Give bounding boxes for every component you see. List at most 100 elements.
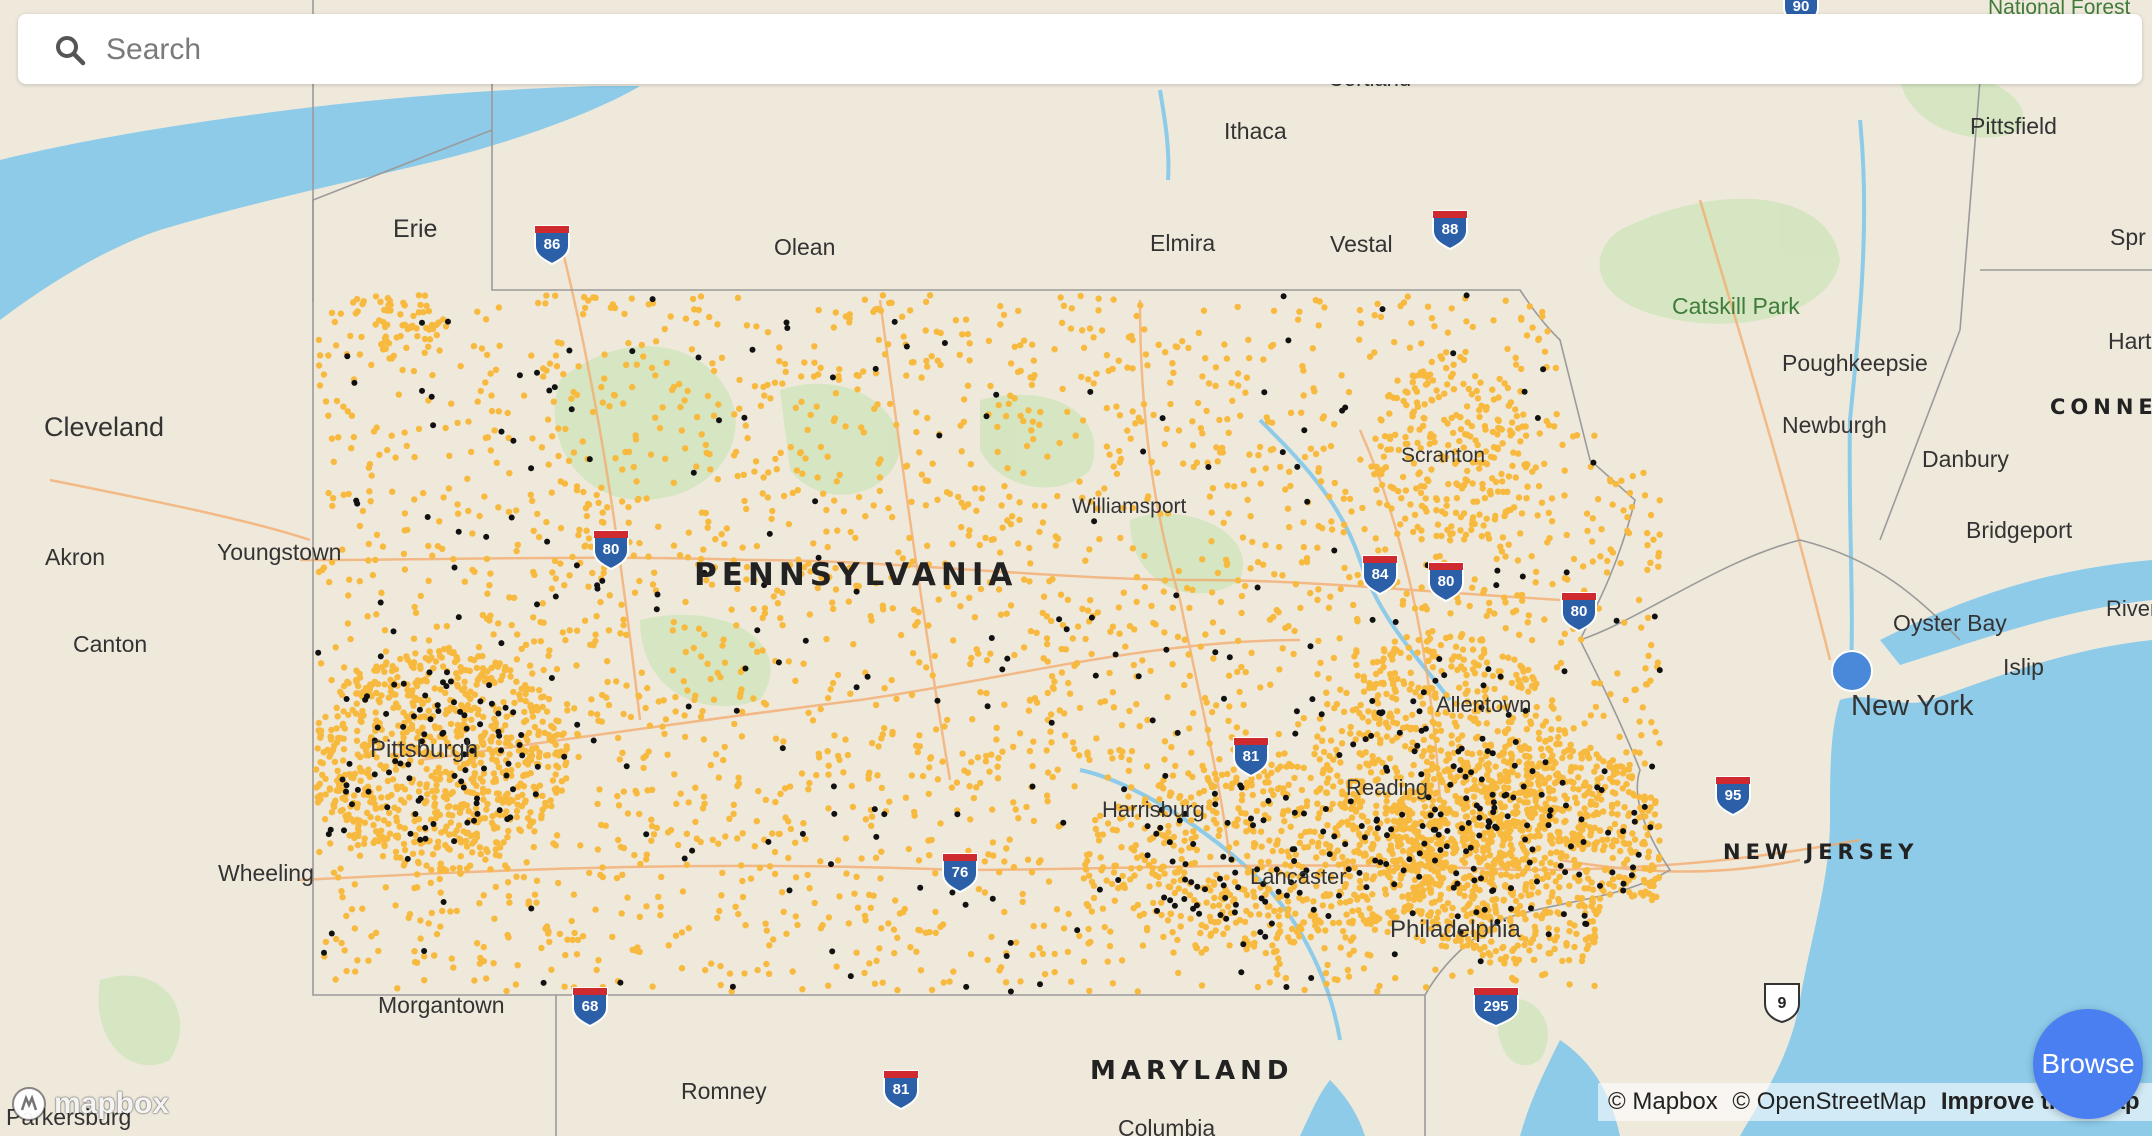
map-point bbox=[1546, 535, 1553, 542]
map-point bbox=[692, 784, 699, 791]
map-point bbox=[1169, 929, 1176, 936]
map-point bbox=[709, 360, 716, 367]
map-point bbox=[334, 767, 341, 774]
map-point bbox=[1573, 930, 1580, 937]
map-point bbox=[1064, 596, 1072, 603]
map-point bbox=[1337, 899, 1344, 906]
map-point bbox=[636, 693, 643, 700]
map-point bbox=[1645, 848, 1653, 855]
map-point bbox=[760, 474, 767, 481]
map-point bbox=[1510, 955, 1518, 963]
map-point bbox=[1307, 445, 1315, 452]
map-point bbox=[1221, 341, 1228, 348]
map-point bbox=[805, 709, 812, 716]
map-point bbox=[1322, 927, 1329, 934]
map-point bbox=[469, 789, 477, 796]
map-point bbox=[1392, 974, 1399, 982]
map-point bbox=[842, 423, 849, 430]
map-point bbox=[1444, 786, 1451, 794]
map-point bbox=[1194, 399, 1202, 407]
map-point bbox=[1279, 645, 1286, 652]
map-point bbox=[1344, 966, 1352, 974]
map-point bbox=[340, 708, 347, 715]
map-point bbox=[1594, 496, 1602, 503]
map-point bbox=[1532, 794, 1539, 802]
map-point bbox=[656, 424, 664, 432]
map-point bbox=[1216, 902, 1223, 909]
map-point bbox=[560, 730, 567, 737]
map-point bbox=[1241, 481, 1248, 488]
map-point bbox=[1339, 853, 1346, 861]
map-point bbox=[1319, 725, 1327, 732]
map-point bbox=[431, 685, 438, 692]
map-point bbox=[535, 731, 542, 739]
map-point bbox=[998, 502, 1005, 509]
map-point bbox=[1340, 529, 1347, 536]
map-point bbox=[537, 638, 544, 645]
map-point bbox=[924, 414, 931, 422]
map-point bbox=[820, 490, 827, 497]
map-point bbox=[1483, 720, 1491, 727]
map-point bbox=[1639, 840, 1646, 847]
map-point bbox=[987, 382, 994, 390]
map-point bbox=[322, 938, 330, 946]
map-point bbox=[563, 701, 571, 708]
map-point bbox=[1128, 747, 1136, 755]
map-point bbox=[632, 436, 640, 443]
map-point bbox=[1584, 789, 1591, 797]
map-point bbox=[719, 869, 726, 877]
map-point bbox=[778, 889, 786, 896]
map-point bbox=[1337, 778, 1344, 785]
map-point bbox=[513, 873, 520, 880]
map-point bbox=[1441, 767, 1448, 775]
map-point bbox=[911, 812, 918, 819]
map-point bbox=[382, 648, 390, 655]
map-point bbox=[1282, 486, 1289, 493]
map-point bbox=[1565, 956, 1573, 964]
map-point bbox=[483, 975, 490, 982]
map-point bbox=[1211, 894, 1218, 901]
map-canvas[interactable]: 86 88 80 84 80 80 81 76 95 295 68 81 9 9… bbox=[0, 0, 2152, 1136]
map-point bbox=[613, 678, 620, 685]
map-point bbox=[1409, 711, 1416, 719]
map-point bbox=[1552, 878, 1560, 885]
map-point bbox=[786, 783, 794, 790]
map-point bbox=[332, 644, 339, 651]
map-point bbox=[1037, 408, 1044, 416]
map-point bbox=[1542, 907, 1549, 914]
map-point bbox=[1609, 549, 1617, 556]
map-point bbox=[1076, 478, 1083, 485]
map-point bbox=[480, 892, 487, 899]
map-point bbox=[701, 800, 708, 807]
map-point bbox=[914, 618, 921, 626]
map-point bbox=[1598, 526, 1605, 533]
map-point bbox=[968, 654, 975, 662]
map-point bbox=[593, 491, 600, 499]
map-point bbox=[1509, 809, 1517, 816]
map-point bbox=[1523, 881, 1530, 888]
map-point bbox=[923, 357, 930, 365]
map-point bbox=[1620, 839, 1627, 846]
map-point bbox=[1142, 351, 1150, 358]
map-point bbox=[1118, 844, 1125, 851]
map-point bbox=[702, 441, 709, 449]
map-point bbox=[1012, 806, 1019, 813]
map-point bbox=[361, 835, 368, 842]
map-point bbox=[1334, 772, 1341, 779]
map-point bbox=[424, 791, 431, 798]
map-point bbox=[332, 976, 339, 983]
map-point bbox=[1655, 549, 1663, 557]
map-point bbox=[1113, 403, 1120, 410]
map-point bbox=[1256, 911, 1263, 918]
map-point bbox=[917, 967, 925, 974]
map-point bbox=[671, 771, 678, 778]
map-point bbox=[1541, 616, 1548, 623]
map-point bbox=[435, 764, 443, 771]
map-point bbox=[1541, 348, 1549, 355]
map-point bbox=[876, 487, 883, 495]
map-point bbox=[1187, 915, 1194, 922]
map-point bbox=[1419, 810, 1427, 817]
map-point bbox=[529, 745, 536, 752]
map-point bbox=[949, 540, 956, 548]
map-point bbox=[1273, 947, 1280, 955]
